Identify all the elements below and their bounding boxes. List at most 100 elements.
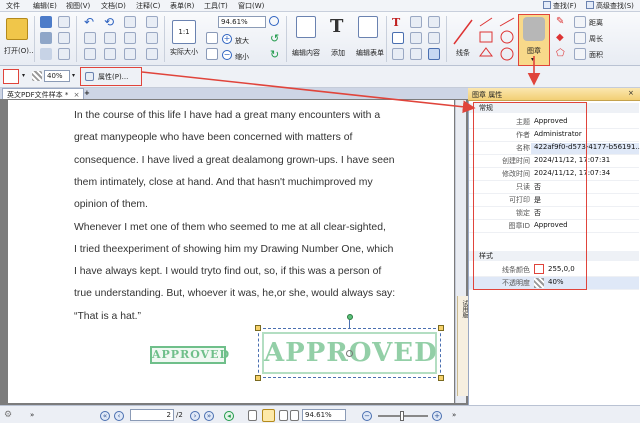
crop-icon[interactable] [146,48,158,60]
select-icon[interactable] [104,32,116,44]
area-label[interactable]: 面积 [589,50,603,60]
email-icon[interactable] [40,48,52,60]
zoom-out-icon[interactable]: − [362,411,372,421]
eraser-icon[interactable]: ◆ [556,32,568,44]
zoom-select[interactable]: 94.61% [218,16,266,28]
zoom-in-icon[interactable]: + [222,34,232,44]
expand-icon[interactable]: » [30,411,34,419]
paste-icon[interactable] [84,48,96,60]
actual-size-label[interactable]: 实际大小 [170,47,198,57]
pencil-icon[interactable]: ✎ [556,16,568,28]
open-folder-icon[interactable] [6,18,28,40]
edit-form-icon[interactable] [358,16,378,38]
menu-form[interactable]: 表单(R) [170,1,194,11]
color-swatch-button[interactable] [3,69,19,84]
add-text-icon[interactable]: T [330,16,348,38]
page-number-input[interactable]: 2 [130,409,174,421]
edit-form-label[interactable]: 编辑表单 [356,48,384,58]
area-icon[interactable] [574,48,586,60]
next-page-button[interactable]: › [190,411,200,421]
rotate-right-icon[interactable]: ↻ [270,49,280,60]
fit-width-icon[interactable] [206,48,218,60]
resize-handle[interactable] [255,325,261,331]
perimeter-label[interactable]: 周长 [589,34,603,44]
print-icon[interactable] [40,32,52,44]
close-doc-icon[interactable] [58,48,70,60]
continuous-icon[interactable] [262,409,275,422]
resize-handle[interactable] [255,375,261,381]
single-page-icon[interactable] [248,410,257,421]
facing-icon[interactable] [279,410,288,421]
zoom-slider-thumb[interactable] [400,411,404,421]
edit-content-label[interactable]: 编辑内容 [292,48,320,58]
chevron-down-icon[interactable]: ▾ [72,72,75,79]
polygon-icon[interactable]: ⬠ [556,48,568,60]
open-button-label[interactable]: 打开(O)... [4,46,36,56]
forward-icon[interactable] [124,16,136,28]
distance-label[interactable]: 距离 [589,18,603,28]
sound-icon[interactable] [428,48,440,60]
copy-icon[interactable] [84,32,96,44]
menu-file[interactable]: 文件 [6,1,20,11]
find-link[interactable]: 查找(F) [543,1,577,11]
stamp-small[interactable]: APPROVED [150,346,229,364]
highlight-icon[interactable] [428,32,440,44]
callout-icon[interactable] [428,16,440,28]
zoom-tool-icon[interactable] [269,16,279,26]
menu-view[interactable]: 视图(V) [66,1,90,11]
gear-icon[interactable]: ⚙ [4,410,14,420]
properties-icon[interactable] [58,32,70,44]
prev-page-button[interactable]: ‹ [114,411,124,421]
fit-page-icon[interactable] [206,32,218,44]
note-icon[interactable] [410,16,422,28]
rotate-left-icon[interactable]: ↺ [270,33,280,44]
zoom-in-icon[interactable]: + [432,411,442,421]
line-icon[interactable] [452,18,474,46]
advanced-find-link[interactable]: 高级查找(S) [586,1,634,11]
rotate-handle[interactable] [347,314,353,320]
attach-icon[interactable] [410,32,422,44]
image-icon[interactable] [392,48,404,60]
expand-icon[interactable]: » [452,411,456,419]
link-icon[interactable] [410,48,422,60]
menu-tools[interactable]: 工具(T) [204,1,228,11]
snapshot-icon[interactable] [124,32,136,44]
text-select-icon[interactable] [124,48,136,60]
add-label[interactable]: 添加 [331,48,345,58]
shape-tools-icons[interactable] [478,16,518,62]
new-tab-button[interactable]: + [84,89,90,97]
menu-comment[interactable]: 注释(C) [136,1,160,11]
new-icon[interactable] [58,16,70,28]
opacity-select[interactable]: 40% [44,70,70,82]
perimeter-icon[interactable] [574,32,586,44]
line-label[interactable]: 线条 [456,48,470,58]
distance-icon[interactable] [574,16,586,28]
textbox-icon[interactable] [392,32,404,44]
center-handle[interactable] [346,350,353,357]
save-icon[interactable] [40,16,52,28]
back-view-button[interactable]: ◂ [224,411,234,421]
menu-document[interactable]: 文档(D) [101,1,126,11]
hand-icon[interactable] [104,48,116,60]
zoom-out-label[interactable]: 缩小 [235,52,249,62]
status-zoom-select[interactable]: 94.61% [302,409,346,421]
close-icon[interactable]: × [628,89,634,97]
zoom-out-icon[interactable]: − [222,50,232,60]
menu-edit[interactable]: 编辑(E) [33,1,57,11]
last-page-button[interactable]: » [204,411,214,421]
rotate-icon[interactable] [146,32,158,44]
menu-window[interactable]: 窗口(W) [238,1,264,11]
cover-icon[interactable] [290,410,299,421]
tab-document[interactable]: 英文PDF文件样本 * × [2,88,85,99]
typewriter-icon[interactable]: T [392,16,404,29]
resize-handle[interactable] [438,375,444,381]
edit-content-icon[interactable] [296,16,316,38]
resize-handle[interactable] [438,325,444,331]
first-page-button[interactable]: « [100,411,110,421]
close-icon[interactable]: × [74,91,80,99]
back-icon[interactable]: ⟲ [104,16,116,28]
chevron-down-icon[interactable]: ▾ [22,72,25,79]
undo-icon[interactable]: ↶ [84,16,96,28]
camera-icon[interactable] [146,16,158,28]
actual-size-icon[interactable]: 1:1 [172,20,196,44]
